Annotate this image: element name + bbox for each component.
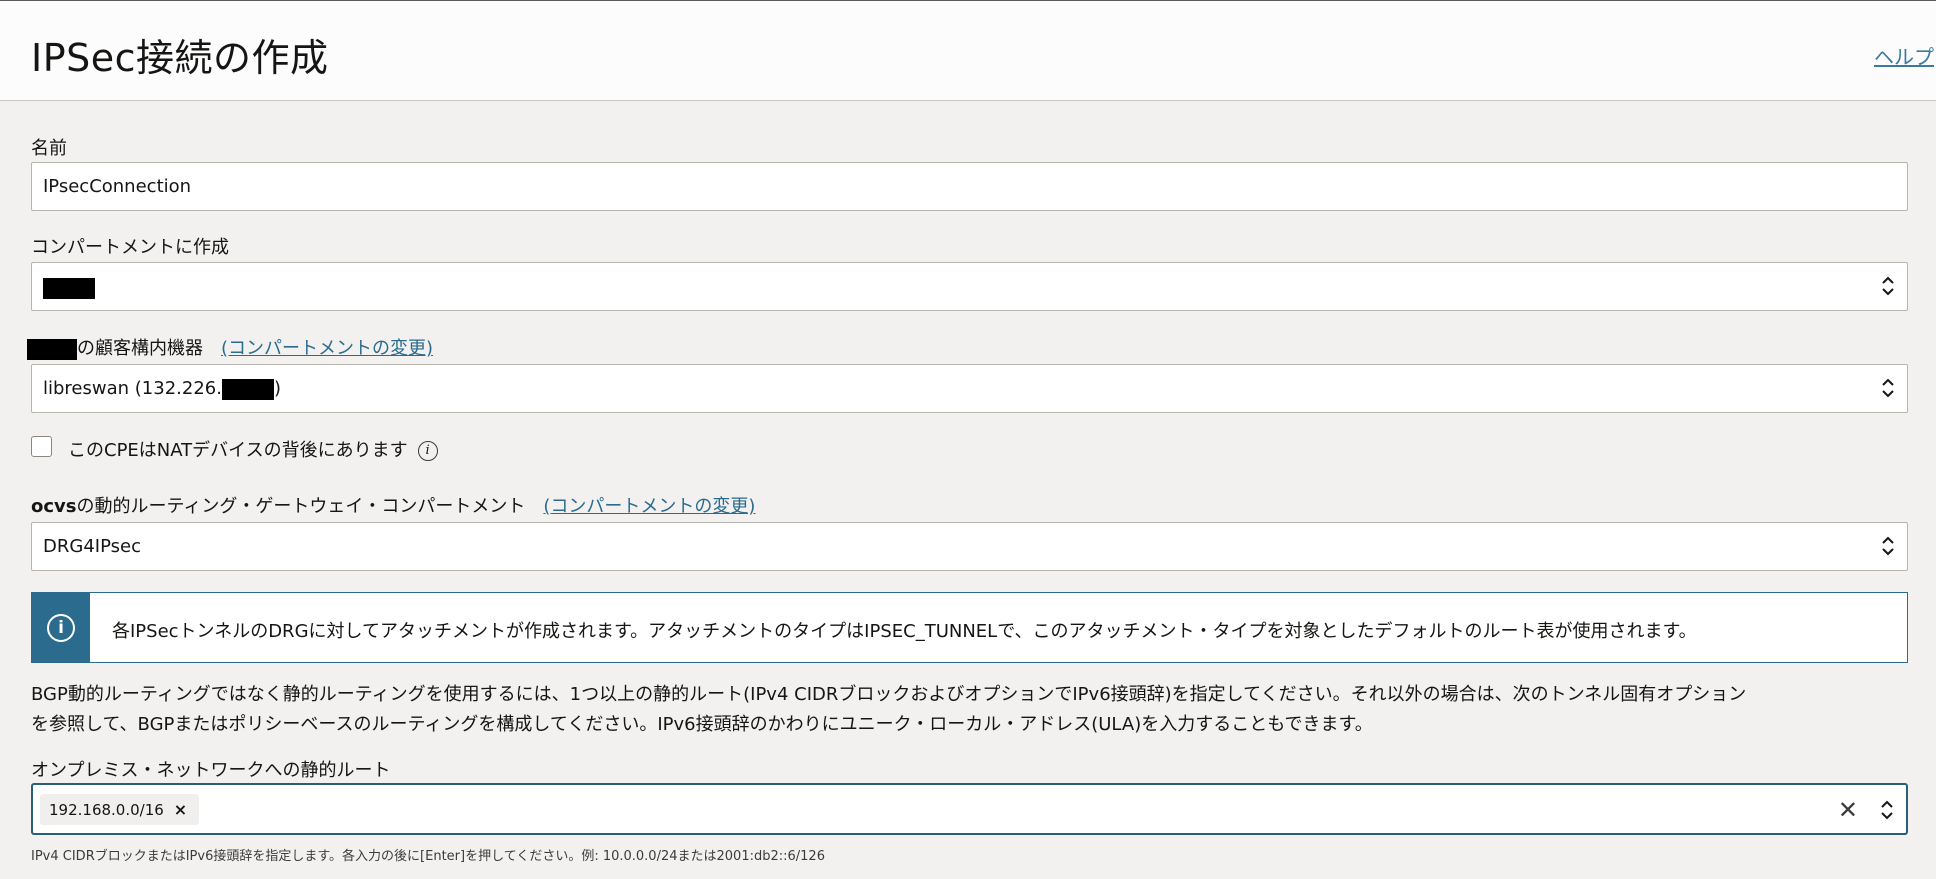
compartment-value: [43, 277, 95, 299]
nat-checkbox-row: このCPEはNATデバイスの背後にあります i: [68, 436, 438, 462]
drg-change-compartment-link[interactable]: (コンパートメントの変更): [543, 496, 755, 517]
drg-select[interactable]: DRG4IPsec: [31, 522, 1908, 571]
cpe-change-compartment-link[interactable]: (コンパートメントの変更): [221, 338, 433, 359]
route-chip: 192.168.0.0/16 ×: [40, 794, 200, 825]
compartment-select[interactable]: [31, 262, 1908, 311]
chevron-up-down-icon[interactable]: [1880, 798, 1894, 822]
drg-label-row: ocvsの動的ルーティング・ゲートウェイ・コンパートメント (コンパートメントの変…: [31, 492, 755, 518]
remove-chip-icon[interactable]: ×: [174, 800, 187, 819]
info-icon: i: [47, 614, 75, 642]
cpe-value-prefix: libreswan (132.226.: [43, 378, 222, 399]
static-routes-hint: IPv4 CIDRブロックまたはIPv6接頭辞を指定します。各入力の後に[Ent…: [31, 849, 825, 864]
static-routing-description: BGP動的ルーティングではなく静的ルーティングを使用するには、1つ以上の静的ルー…: [31, 680, 1911, 740]
redacted-block: [27, 338, 77, 360]
chevron-up-down-icon: [1882, 276, 1894, 296]
nat-checkbox[interactable]: [31, 436, 52, 457]
info-icon[interactable]: i: [417, 441, 438, 461]
drg-label: の動的ルーティング・ゲートウェイ・コンパートメント: [76, 496, 526, 517]
chevron-up-down-icon: [1882, 378, 1894, 398]
static-routes-input[interactable]: 192.168.0.0/16 × ✕: [31, 783, 1908, 835]
redacted-block: [43, 277, 95, 299]
name-input[interactable]: IPsecConnection: [31, 162, 1908, 211]
nat-checkbox-label: このCPEはNATデバイスの背後にあります: [68, 440, 408, 461]
description-line-1: BGP動的ルーティングではなく静的ルーティングを使用するには、1つ以上の静的ルー…: [31, 684, 1747, 705]
page-title: IPSec接続の作成: [31, 36, 329, 80]
drg-label-bold: ocvs: [31, 496, 77, 517]
info-banner-message: 各IPSecトンネルのDRGに対してアタッチメントが作成されます。アタッチメント…: [112, 621, 1697, 642]
cpe-label: の顧客構内機器: [77, 338, 203, 359]
cpe-select[interactable]: libreswan (132.226.): [31, 364, 1908, 413]
info-banner: i 各IPSecトンネルのDRGに対してアタッチメントが作成されます。アタッチメ…: [31, 592, 1908, 663]
route-chip-label: 192.168.0.0/16: [49, 801, 164, 819]
drg-value: DRG4IPsec: [43, 536, 141, 557]
cpe-value: libreswan (132.226.): [43, 378, 281, 400]
compartment-label: コンパートメントに作成: [31, 237, 229, 258]
static-routes-label: オンプレミス・ネットワークへの静的ルート: [31, 760, 391, 781]
name-label: 名前: [31, 138, 67, 159]
name-input-value: IPsecConnection: [43, 176, 192, 197]
page-header: IPSec接続の作成 ヘルプ: [0, 0, 1936, 101]
description-line-2: を参照して、BGPまたはポリシーベースのルーティングを構成してください。IPv6…: [31, 714, 1373, 735]
close-icon[interactable]: ✕: [1838, 796, 1858, 824]
info-banner-bar: i: [32, 593, 90, 662]
redacted-block: [221, 378, 274, 400]
cpe-label-row: の顧客構内機器 (コンパートメントの変更): [27, 334, 433, 360]
help-link[interactable]: ヘルプ: [1874, 41, 1934, 70]
chevron-up-down-icon: [1882, 536, 1894, 556]
cpe-value-suffix: ): [273, 378, 281, 399]
